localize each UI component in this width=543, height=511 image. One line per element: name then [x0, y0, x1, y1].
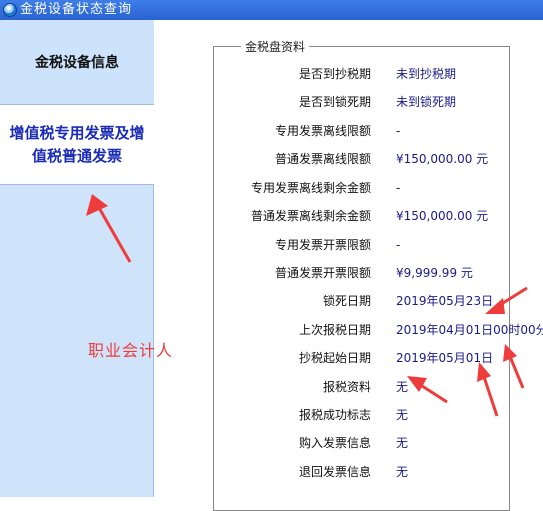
nav-item-tax-device-info[interactable]: 金税设备信息: [0, 20, 154, 105]
info-row: 普通发票开票限额 ¥9,999.99 元: [214, 263, 511, 283]
row-value: ¥150,000.00 元: [396, 209, 489, 223]
annotation-arrow-icon: [503, 344, 525, 389]
row-value: 未到锁死期: [396, 95, 457, 109]
info-row: 是否到锁死期 未到锁死期: [214, 92, 511, 112]
info-row: 抄税起始日期 2019年05月01日: [214, 348, 511, 368]
row-label: 购入发票信息: [298, 436, 371, 450]
nav-item-label-line1: 增值税专用发票及增: [9, 124, 145, 142]
tax-disk-info-group: 金税盘资料 是否到抄税期 未到抄税期 是否到锁死期 未到锁死期 专用发票离线限额…: [213, 38, 543, 511]
row-value: ¥9,999.99 元: [396, 266, 473, 280]
group-legend: 金税盘资料: [241, 38, 310, 55]
info-row: 锁死日期 2019年05月23日: [214, 291, 511, 311]
row-label: 是否到锁死期: [298, 95, 371, 109]
row-label: 报税成功标志: [298, 408, 371, 422]
row-label: 普通发票离线限额: [274, 152, 371, 166]
row-label: 上次报税日期: [298, 323, 371, 337]
row-value: 无: [396, 465, 409, 479]
row-label: 普通发票开票限额: [274, 266, 371, 280]
row-value: ¥150,000.00 元: [396, 152, 489, 166]
info-row: 专用发票离线限额 -: [214, 121, 511, 141]
row-value: -: [396, 181, 401, 195]
annotation-arrow-icon: [86, 194, 132, 263]
sidebar: 金税设备信息 增值税专用发票及增 值税普通发票: [0, 20, 154, 497]
row-label: 锁死日期: [322, 294, 371, 308]
annotation-arrow-icon: [485, 286, 528, 314]
main-content: 金税盘资料 是否到抄税期 未到抄税期 是否到锁死期 未到锁死期 专用发票离线限额…: [155, 20, 543, 511]
row-label: 报税资料: [322, 380, 371, 394]
info-row: 专用发票离线剩余金额 -: [214, 178, 511, 198]
row-label: 专用发票离线剩余金额: [250, 181, 371, 195]
row-value: -: [396, 124, 401, 138]
info-row: 普通发票离线剩余金额 ¥150,000.00 元: [214, 206, 511, 226]
info-row: 上次报税日期 2019年04月01日00时00分: [214, 320, 543, 340]
row-value: 未到抄税期: [396, 67, 457, 81]
info-row: 报税成功标志 无: [214, 405, 511, 425]
row-label: 专用发票离线限额: [274, 124, 371, 138]
nav-item-label-line2: 值税普通发票: [31, 147, 122, 165]
annotation-arrow-icon: [477, 362, 499, 417]
app-icon: [3, 3, 17, 17]
annotation-arrow-icon: [407, 376, 448, 404]
row-label: 是否到抄税期: [298, 67, 371, 81]
watermark-text: 职业会计人: [88, 341, 174, 360]
info-row: 普通发票离线限额 ¥150,000.00 元: [214, 149, 511, 169]
info-row: 是否到抄税期 未到抄税期: [214, 64, 511, 84]
info-row: 报税资料 无: [214, 377, 511, 397]
row-value: 2019年04月01日00时00分: [396, 323, 543, 337]
info-row: 退回发票信息 无: [214, 462, 511, 482]
window-title: 金税设备状态查询: [20, 2, 133, 17]
info-row: 购入发票信息 无: [214, 433, 511, 453]
row-value: -: [396, 238, 401, 252]
row-label: 抄税起始日期: [298, 351, 371, 365]
row-label: 退回发票信息: [298, 465, 371, 479]
window-titlebar: 金税设备状态查询: [0, 0, 543, 20]
row-label: 普通发票离线剩余金额: [250, 209, 371, 223]
row-value: 无: [396, 408, 409, 422]
row-value: 2019年05月23日: [396, 294, 494, 308]
nav-item-label: 金税设备信息: [35, 55, 119, 71]
row-value: 无: [396, 436, 409, 450]
info-row: 专用发票开票限额 -: [214, 235, 511, 255]
nav-item-invoices[interactable]: 增值税专用发票及增 值税普通发票: [0, 105, 154, 185]
row-label: 专用发票开票限额: [274, 238, 371, 252]
